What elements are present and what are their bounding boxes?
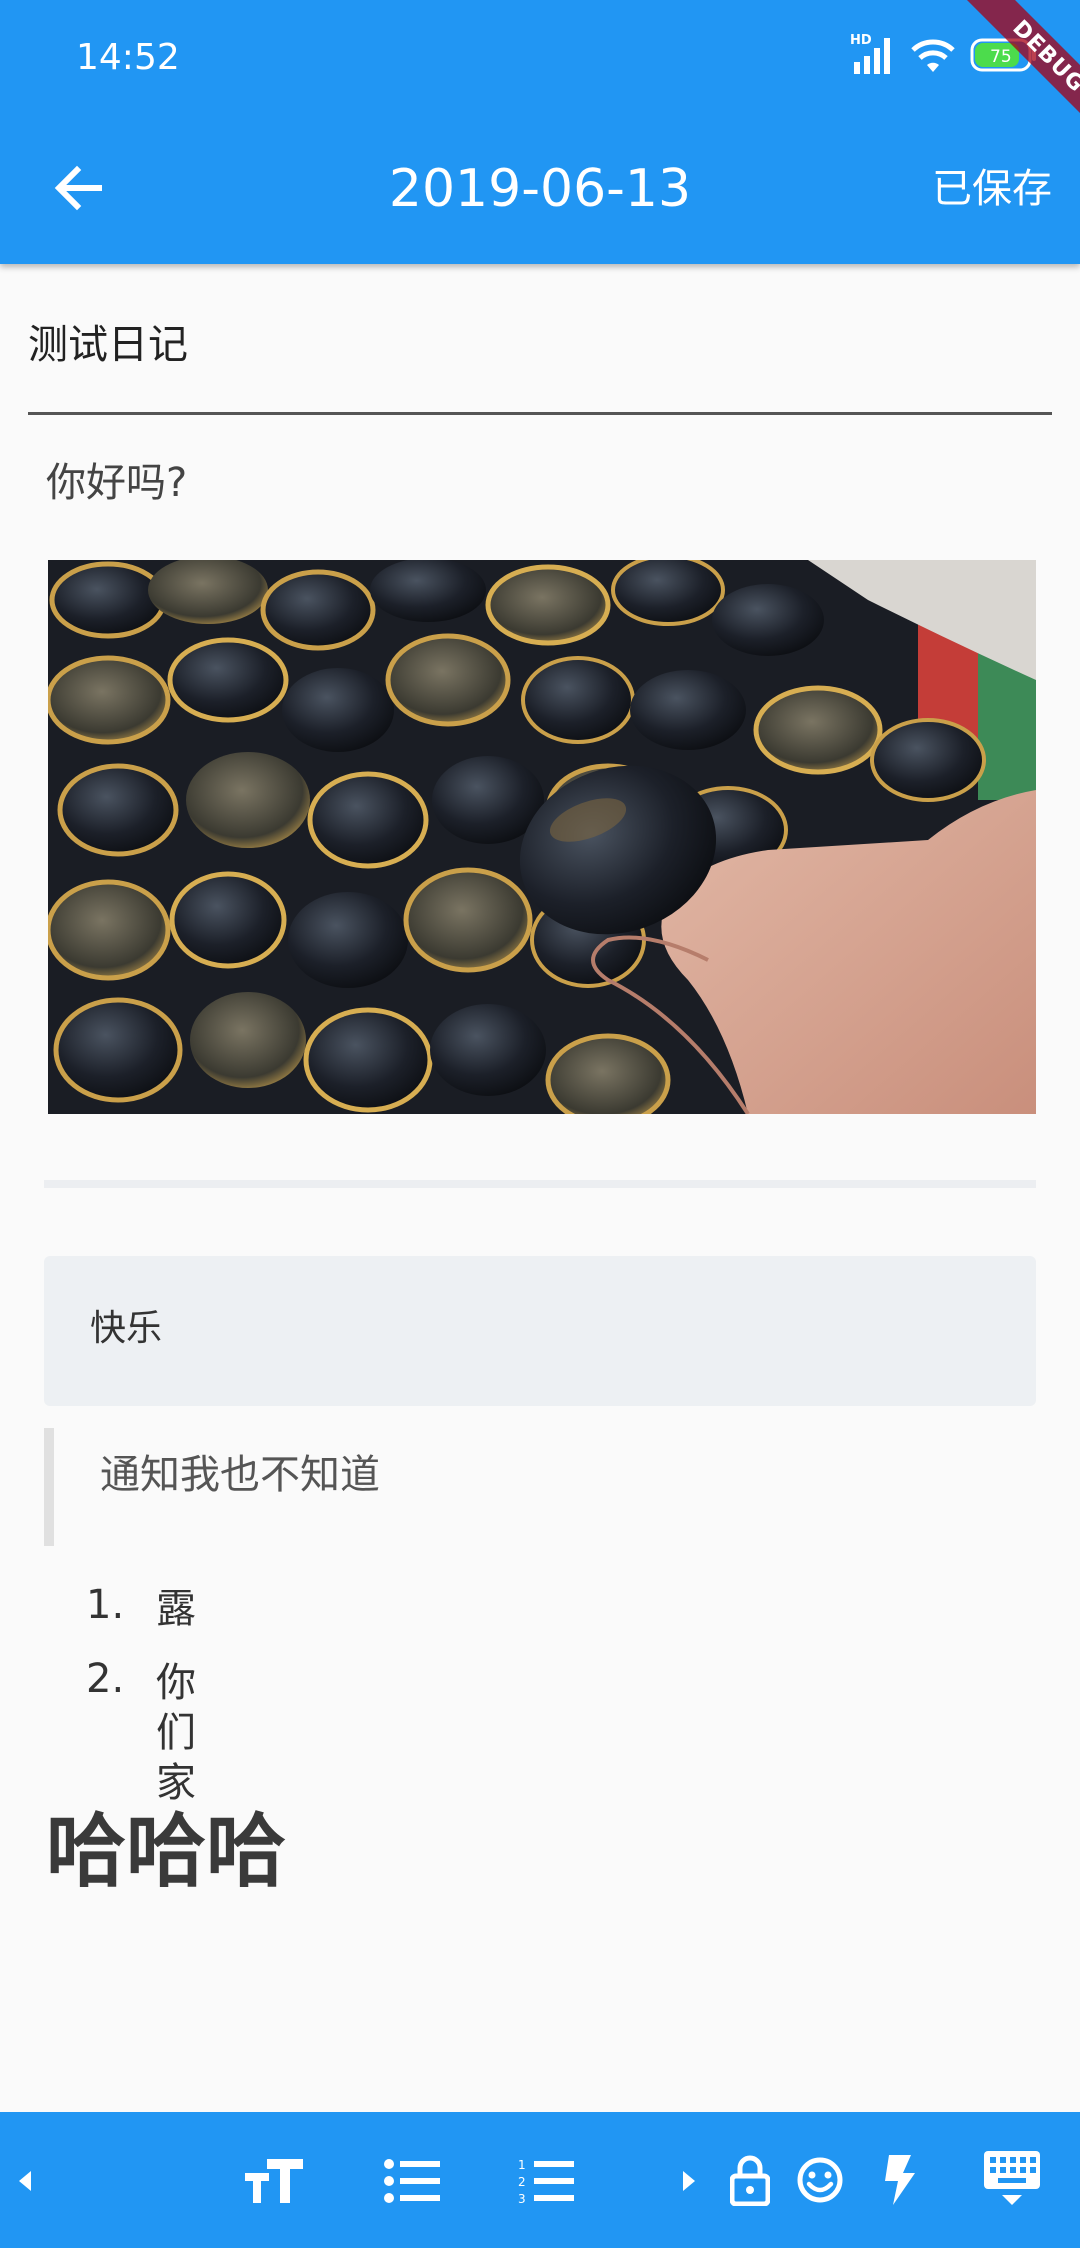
heading[interactable]: 哈哈哈 bbox=[46, 1804, 286, 1900]
page-title: 2019-06-13 bbox=[388, 159, 692, 219]
numbered-list-button[interactable]: 1 2 3 bbox=[508, 2150, 584, 2212]
emoji-icon bbox=[797, 2157, 843, 2203]
text-size-button[interactable] bbox=[236, 2150, 312, 2212]
editor-toolbar: 1 2 3 bbox=[0, 2112, 1080, 2248]
numbered-list-icon: 1 2 3 bbox=[518, 2158, 574, 2204]
blockquote-bar bbox=[44, 1428, 54, 1546]
title-underline bbox=[28, 412, 1052, 415]
lock-button[interactable] bbox=[722, 2146, 778, 2214]
lock-icon bbox=[730, 2155, 770, 2206]
photo-image bbox=[48, 560, 1036, 1114]
hd-label: HD bbox=[850, 33, 872, 48]
svg-text:1: 1 bbox=[518, 2158, 526, 2172]
bulleted-list-button[interactable] bbox=[374, 2150, 450, 2212]
list-item-text: 你们家 bbox=[156, 1660, 196, 1806]
code-block[interactable]: 快乐 bbox=[44, 1256, 1036, 1406]
app-bar: 14:52 HD 75 DEBUG 2019-06-13 已保存 bbox=[0, 0, 1080, 264]
code-block-text: 快乐 bbox=[90, 1308, 163, 1349]
horizontal-rule bbox=[44, 1180, 1036, 1188]
emoji-button[interactable] bbox=[790, 2148, 850, 2212]
text-size-icon bbox=[245, 2159, 303, 2203]
blockquote-text: 通知我也不知道 bbox=[100, 1452, 380, 1498]
bulleted-list-icon bbox=[384, 2159, 440, 2203]
status-time: 14:52 bbox=[76, 37, 180, 78]
svg-text:2: 2 bbox=[518, 2175, 526, 2189]
caret-right-icon bbox=[683, 2171, 695, 2191]
keyboard-hide-icon bbox=[984, 2151, 1040, 2205]
entry-title-field[interactable]: 测试日记 bbox=[28, 320, 1052, 370]
list-item-number: 2. bbox=[86, 1656, 125, 1702]
list-item-number: 1. bbox=[86, 1582, 125, 1628]
scroll-left-button[interactable] bbox=[6, 2156, 46, 2206]
quick-insert-button[interactable] bbox=[872, 2148, 928, 2212]
saved-status: 已保存 bbox=[932, 166, 1052, 212]
debug-banner-label: DEBUG bbox=[965, 0, 1080, 140]
hide-keyboard-button[interactable] bbox=[976, 2142, 1048, 2214]
caret-left-icon bbox=[19, 2171, 31, 2191]
debug-banner: DEBUG bbox=[930, 0, 1080, 150]
scroll-right-button[interactable] bbox=[668, 2156, 708, 2206]
list-item-text: 露 bbox=[156, 1586, 196, 1632]
cell-signal-icon: HD bbox=[850, 33, 890, 74]
lightning-icon bbox=[885, 2155, 915, 2205]
svg-text:3: 3 bbox=[518, 2192, 526, 2204]
clams-photo[interactable] bbox=[48, 560, 1036, 1114]
paragraph[interactable]: 你好吗? bbox=[46, 458, 187, 508]
blockquote[interactable]: 通知我也不知道 bbox=[44, 1428, 1036, 1546]
